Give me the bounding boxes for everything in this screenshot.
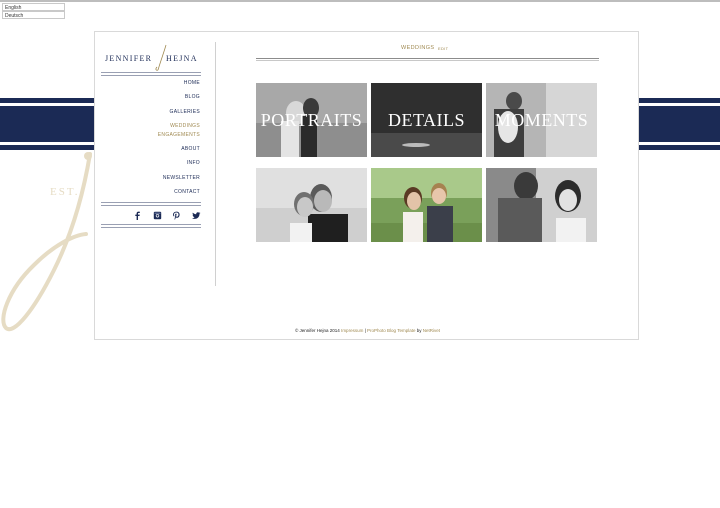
facebook-icon[interactable]	[133, 211, 142, 220]
tile-caption: DETAILS	[387, 110, 466, 130]
top-border	[0, 0, 720, 2]
gallery-tile-details[interactable]: DETAILS	[371, 83, 482, 157]
edit-link[interactable]: EDIT	[438, 46, 448, 51]
language-english[interactable]: English	[2, 3, 65, 11]
tile-caption: MOMENTS	[494, 110, 589, 130]
footer-impressum-link[interactable]: Impressum	[341, 328, 363, 333]
nav-galleries[interactable]: GALLERIES	[170, 109, 201, 115]
instagram-icon[interactable]	[153, 211, 162, 220]
gallery-tile-portraits[interactable]: PORTRAITS	[256, 83, 367, 157]
nav-divider	[101, 202, 201, 203]
nav-divider	[101, 205, 201, 206]
language-deutsch[interactable]: Deutsch	[2, 11, 65, 19]
nav-divider	[101, 75, 201, 76]
title-rule	[256, 58, 599, 59]
couple-photo-1	[256, 168, 367, 242]
gallery-tile-couple-3[interactable]	[486, 168, 597, 242]
logo-first-name: JENNIFER	[105, 54, 153, 63]
nav-divider	[101, 72, 201, 73]
nav-newsletter[interactable]: NEWSLETTER	[163, 175, 200, 181]
gallery-tile-moments[interactable]: MOMENTS	[486, 83, 597, 157]
social-divider	[101, 227, 201, 228]
page-title: WEDDINGS	[401, 45, 435, 51]
gallery-tile-couple-2[interactable]	[371, 168, 482, 242]
footer-netrivet-link[interactable]: NetRivet	[423, 328, 440, 333]
nav-contact[interactable]: CONTACT	[174, 189, 200, 195]
script-j-monogram	[1, 152, 92, 332]
sidebar-divider	[215, 42, 216, 286]
gallery-tile-couple-1[interactable]	[256, 168, 367, 242]
title-rule	[256, 60, 599, 61]
nav-weddings[interactable]: WEDDINGS	[170, 123, 200, 129]
est-label: EST.	[50, 186, 80, 198]
tile-caption: PORTRAITS	[260, 110, 363, 130]
nav-info[interactable]: INFO	[187, 160, 200, 166]
logo-last-name: HEJNA	[166, 54, 198, 63]
pinterest-icon[interactable]	[172, 211, 181, 220]
nav-about[interactable]: ABOUT	[181, 146, 200, 152]
nav-blog[interactable]: BLOG	[185, 94, 200, 100]
couple-photo-2	[371, 168, 482, 242]
nav-engagements[interactable]: ENGAGEMENTS	[158, 132, 200, 138]
site-logo[interactable]: JENNIFER HEJNA	[105, 44, 205, 71]
couple-photo-3	[486, 168, 597, 242]
social-divider	[101, 224, 201, 225]
twitter-icon[interactable]	[192, 211, 201, 220]
nav-home[interactable]: HOME	[184, 80, 200, 86]
footer-copyright: © Jennifer Hejna 2014	[294, 328, 340, 333]
main-panel: JENNIFER HEJNA HOME BLOG GALLERIES WEDDI…	[94, 31, 639, 340]
footer-separator: |	[364, 328, 366, 333]
footer-by: by	[416, 328, 422, 333]
footer-template-link[interactable]: ProPhoto Blog Template	[367, 328, 415, 333]
footer: © Jennifer Hejna 2014 Impressum | ProPho…	[95, 328, 640, 333]
